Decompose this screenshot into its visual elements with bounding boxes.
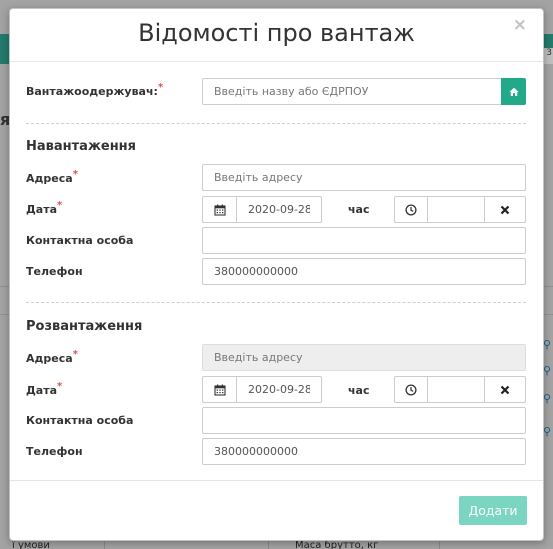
- unloading-date-label: Дата*: [26, 381, 63, 397]
- modal-header: Відомості про вантаж ×: [10, 9, 543, 62]
- unloading-section-title: Розвантаження: [26, 319, 143, 334]
- unloading-time-label: час: [348, 384, 370, 397]
- required-mark: *: [157, 82, 164, 93]
- background-search-icon: ⚲: [543, 338, 552, 351]
- required-mark: *: [72, 169, 78, 180]
- loading-time-input[interactable]: [427, 196, 485, 223]
- loading-date-label: Дата*: [26, 200, 63, 216]
- close-button[interactable]: ×: [513, 15, 527, 35]
- unloading-contact-label: Контактна особа: [26, 414, 134, 427]
- loading-contact-label: Контактна особа: [26, 234, 134, 247]
- required-mark: *: [72, 349, 78, 360]
- loading-time-clock-button[interactable]: [394, 196, 428, 223]
- loading-address-label: Адреса*: [26, 169, 78, 185]
- close-icon: [500, 385, 510, 395]
- loading-date-calendar-button[interactable]: [202, 196, 237, 223]
- loading-phone-input[interactable]: [202, 258, 526, 285]
- background-col-conditions: ї умови: [12, 540, 50, 549]
- loading-time-clear-button[interactable]: [484, 196, 526, 223]
- add-button[interactable]: Додати: [459, 496, 527, 525]
- required-mark: *: [57, 381, 63, 392]
- loading-date-input[interactable]: [236, 196, 322, 223]
- modal-footer: Додати: [10, 480, 543, 540]
- clock-icon: [405, 203, 417, 216]
- background-search-icon: ⚲: [543, 392, 552, 405]
- loading-section-title: Навантаження: [26, 139, 137, 154]
- unloading-contact-input[interactable]: [202, 407, 526, 434]
- calendar-icon: [213, 384, 226, 396]
- clock-icon: [405, 383, 417, 396]
- unloading-phone-input[interactable]: [202, 438, 526, 465]
- unloading-time-input[interactable]: [427, 376, 485, 403]
- home-icon: [508, 87, 519, 97]
- unloading-date-calendar-button[interactable]: [202, 376, 237, 403]
- unloading-time-clock-button[interactable]: [394, 376, 428, 403]
- section-divider: [26, 302, 526, 303]
- modal-title: Відомості про вантаж: [138, 19, 415, 47]
- loading-time-label: час: [348, 203, 370, 216]
- unloading-address-input[interactable]: [202, 344, 526, 371]
- consignee-search-input[interactable]: [202, 78, 502, 105]
- unloading-phone-label: Телефон: [26, 445, 83, 458]
- calendar-icon: [213, 204, 226, 216]
- loading-contact-input[interactable]: [202, 227, 526, 254]
- close-icon: [500, 205, 510, 215]
- background-search-icon: ⚲: [543, 364, 552, 377]
- consignee-label: Вантажоодержувач:*: [26, 82, 164, 98]
- background-col-gross-mass: Маса брутто, кг: [295, 540, 379, 549]
- unloading-address-label: Адреса*: [26, 349, 78, 365]
- unloading-date-input[interactable]: [236, 376, 322, 403]
- loading-phone-label: Телефон: [26, 265, 83, 278]
- cargo-details-modal: Відомості про вантаж × Вантажоодержувач:…: [9, 8, 544, 541]
- unloading-time-clear-button[interactable]: [484, 376, 526, 403]
- section-divider: [26, 123, 526, 124]
- consignee-home-button[interactable]: [501, 78, 526, 105]
- loading-address-input[interactable]: [202, 164, 526, 191]
- background-search-icon: ⚲: [543, 425, 552, 438]
- required-mark: *: [57, 200, 63, 211]
